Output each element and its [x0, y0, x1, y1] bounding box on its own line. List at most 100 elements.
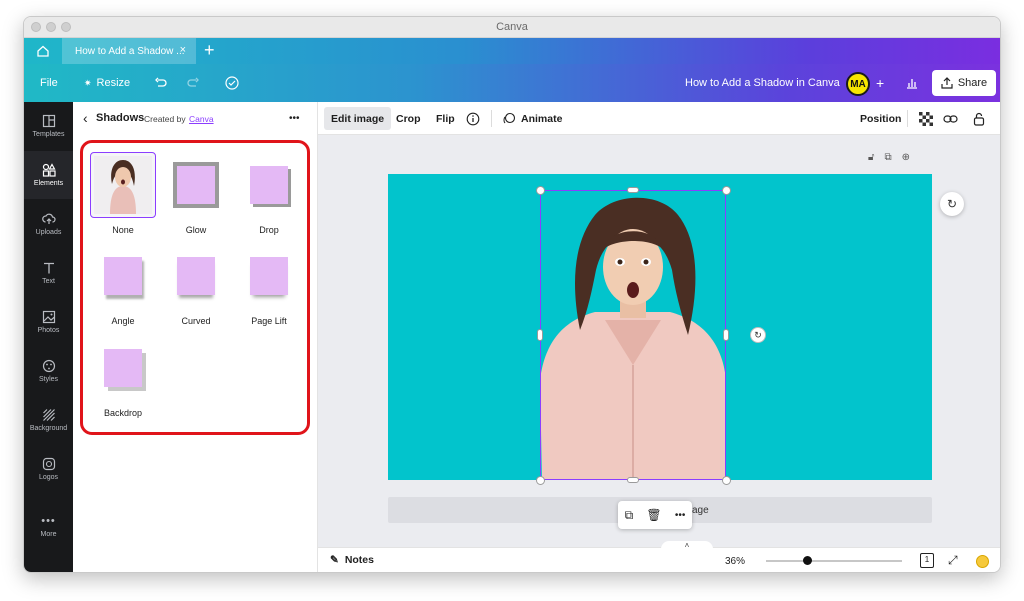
glow-swatch	[177, 166, 215, 204]
link-button[interactable]	[943, 102, 958, 135]
logos-icon	[42, 457, 55, 471]
sidebar-item-uploads[interactable]: Uploads	[24, 200, 73, 248]
insights-button[interactable]	[905, 64, 919, 102]
shadow-label-drop: Drop	[259, 225, 279, 235]
resize-handle-top[interactable]	[627, 187, 639, 193]
shadow-option-none[interactable]: None	[90, 152, 156, 235]
user-avatar[interactable]: MA	[846, 72, 870, 96]
link-icon	[943, 114, 958, 123]
resize-handle-top-left[interactable]	[536, 186, 545, 195]
sidebar-item-styles[interactable]: Styles	[24, 347, 73, 395]
drop-swatch	[250, 166, 288, 204]
zoom-slider-thumb[interactable]	[803, 556, 812, 565]
page-count-button[interactable]: 1	[920, 553, 934, 568]
tab-active-document[interactable]: How to Add a Shadow ... ×	[62, 38, 196, 64]
resize-handle-left[interactable]	[537, 329, 543, 341]
shadow-option-angle[interactable]: Angle	[90, 243, 156, 326]
toolbar-divider-right	[907, 110, 908, 127]
resize-handle-bottom-right[interactable]	[722, 476, 731, 485]
redo-button[interactable]	[186, 64, 200, 102]
curved-swatch	[177, 257, 215, 295]
position-button[interactable]: Position	[860, 102, 901, 135]
sidebar-label-photos: Photos	[37, 327, 60, 334]
sidebar-item-photos[interactable]: Photos	[24, 298, 73, 346]
file-menu-button[interactable]: File	[40, 64, 58, 102]
shadow-option-curved[interactable]: Curved	[163, 243, 229, 326]
bar-chart-icon	[907, 79, 917, 89]
lock-button[interactable]	[973, 102, 985, 135]
resize-button[interactable]: ✷ Resize	[84, 64, 130, 102]
shadow-thumb-glow	[163, 152, 229, 218]
page-tools: 🔓︎ ⧉ ⊕	[868, 152, 910, 163]
more-options-icon[interactable]: •••	[675, 510, 686, 521]
sidebar-item-text[interactable]: Text	[24, 249, 73, 297]
sidebar-item-templates[interactable]: Templates	[24, 102, 73, 150]
flip-button[interactable]: Flip	[436, 102, 455, 135]
share-label: Share	[957, 77, 988, 89]
add-page-button[interactable]: ↻	[940, 192, 964, 216]
new-tab-button[interactable]: +	[204, 40, 215, 61]
background-icon	[42, 409, 55, 421]
photos-icon	[42, 310, 55, 324]
sidebar-label-elements: Elements	[33, 180, 64, 187]
fullscreen-icon[interactable]: ⤢	[948, 553, 958, 568]
shadow-thumb-backdrop	[90, 335, 156, 401]
add-collaborator-button[interactable]: +	[876, 64, 884, 102]
shadow-option-drop[interactable]: Drop	[236, 152, 302, 235]
design-canvas[interactable]: ↻	[388, 174, 932, 485]
left-sidebar: Templates Elements Uploads Text Photos S…	[24, 102, 73, 572]
zoom-slider-track[interactable]	[766, 560, 902, 562]
panel-header: ‹ Shadows Created by Canva •••	[73, 102, 317, 135]
duplicate-page-icon[interactable]: ⧉	[884, 152, 891, 163]
undo-button[interactable]	[154, 64, 168, 102]
resize-handle-bottom[interactable]	[627, 477, 639, 483]
shadow-thumb-drop	[236, 152, 302, 218]
creator-link[interactable]: Canva	[189, 114, 214, 124]
transparency-button[interactable]	[919, 102, 933, 135]
shadows-panel: ‹ Shadows Created by Canva ••• None Glow…	[73, 102, 318, 572]
sidebar-item-elements[interactable]: Elements	[24, 151, 73, 199]
tab-label: How to Add a Shadow ...	[75, 45, 185, 57]
cloud-save-button[interactable]	[224, 64, 240, 102]
resize-handle-bottom-left[interactable]	[536, 476, 545, 485]
help-icon[interactable]	[976, 555, 989, 568]
share-button[interactable]: Share	[932, 70, 996, 96]
panel-menu-icon[interactable]: •••	[289, 113, 300, 124]
info-button[interactable]	[466, 102, 480, 135]
sidebar-item-logos[interactable]: Logos	[24, 445, 73, 493]
document-title[interactable]: How to Add a Shadow in Canva	[685, 64, 840, 102]
sidebar-label-background: Background	[29, 425, 68, 432]
undo-icon	[155, 77, 167, 87]
resize-label: Resize	[96, 77, 131, 89]
expand-pages-chevron-icon[interactable]: ˄	[661, 541, 713, 551]
resize-handle-right[interactable]	[723, 329, 729, 341]
title-bar: Canva	[24, 17, 1000, 38]
sidebar-label-uploads: Uploads	[35, 229, 62, 236]
shadow-option-page-lift[interactable]: Page Lift	[236, 243, 302, 326]
duplicate-icon[interactable]: ⧉	[625, 508, 634, 523]
resize-handle-top-right[interactable]	[722, 186, 731, 195]
selection-frame[interactable]	[540, 190, 726, 480]
sidebar-item-background[interactable]: Background	[24, 396, 73, 444]
notes-button[interactable]: ✎ Notes	[330, 554, 374, 566]
sidebar-item-more[interactable]: ••• More	[24, 502, 73, 550]
trash-icon[interactable]: 🗑︎	[646, 508, 661, 522]
shadow-option-glow[interactable]: Glow	[163, 152, 229, 235]
shadow-thumb-curved	[163, 243, 229, 309]
page-lock-icon[interactable]: 🔓︎	[868, 152, 874, 163]
edit-image-button[interactable]: Edit image	[324, 107, 392, 130]
add-page-icon[interactable]: ⊕	[902, 152, 910, 163]
elements-icon	[42, 163, 56, 177]
shadow-thumb-none	[90, 152, 156, 218]
crop-button[interactable]: Crop	[396, 102, 421, 135]
notes-icon: ✎	[330, 554, 339, 566]
animate-button[interactable]: Animate	[502, 102, 562, 135]
tab-close-icon[interactable]: ×	[180, 44, 186, 56]
shadow-label-backdrop: Backdrop	[103, 408, 143, 418]
back-chevron-icon[interactable]: ‹	[83, 110, 88, 126]
rotate-handle-icon[interactable]: ↻	[750, 327, 766, 343]
element-floating-toolbar: ⧉ 🗑︎ •••	[618, 501, 692, 529]
home-button[interactable]	[24, 38, 62, 64]
shadow-option-backdrop[interactable]: Backdrop	[90, 335, 156, 418]
page-lift-swatch	[250, 257, 288, 295]
